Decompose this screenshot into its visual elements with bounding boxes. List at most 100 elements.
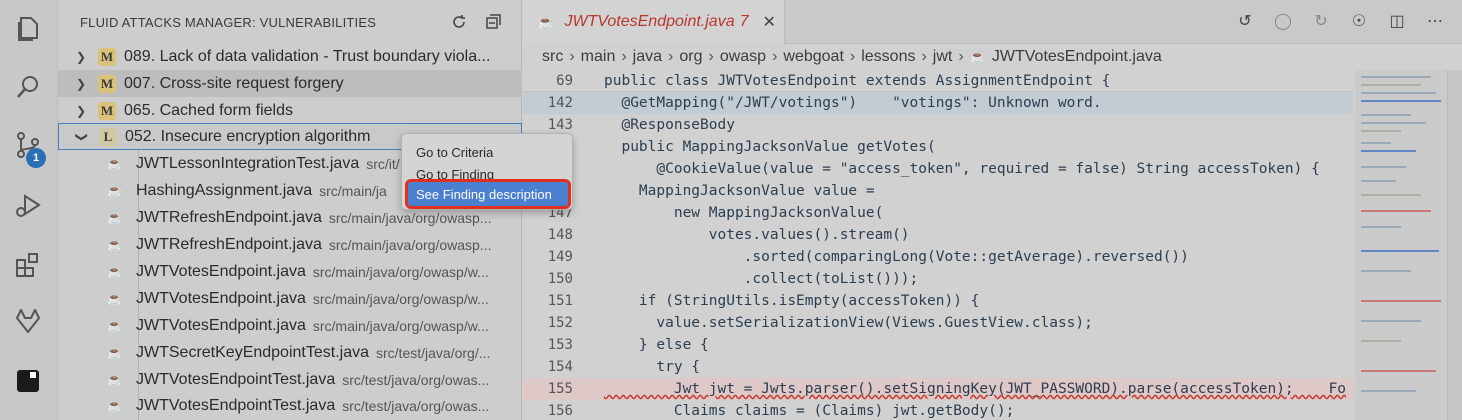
breadcrumb-item[interactable]: owasp: [720, 48, 766, 66]
java-file-icon: ☕: [106, 397, 124, 413]
java-file-icon: ☕: [969, 49, 986, 64]
breadcrumb-item[interactable]: java: [633, 48, 662, 66]
code-line[interactable]: 153 } else {: [523, 334, 1353, 356]
search-icon[interactable]: [11, 70, 45, 104]
line-number: 142: [547, 95, 573, 111]
code-line[interactable]: 156 Claims claims = (Claims) jwt.getBody…: [523, 400, 1353, 420]
chevron-right-icon[interactable]: ❯: [74, 77, 88, 91]
vulnerabilities-panel: FLUID ATTACKS MANAGER: VULNERABILITIES ❯…: [58, 0, 522, 420]
java-file-icon: ☕: [106, 317, 124, 333]
source-control-badge: 1: [26, 148, 46, 168]
breadcrumb-item[interactable]: lessons: [861, 48, 915, 66]
gitlab-icon[interactable]: [11, 304, 45, 338]
file-name: JWTVotesEndpoint.java: [136, 316, 306, 334]
fluid-attacks-icon[interactable]: [11, 364, 45, 398]
go-back-icon[interactable]: ↺: [1234, 10, 1256, 32]
file-row[interactable]: ☕ JWTVotesEndpoint.java src/main/java/or…: [58, 258, 522, 285]
minimap[interactable]: [1355, 70, 1447, 420]
panel-header: FLUID ATTACKS MANAGER: VULNERABILITIES: [58, 0, 521, 44]
code-text: votes.values().stream(): [604, 227, 910, 243]
file-path: src/main/java/org/owasp...: [328, 236, 492, 253]
breadcrumb-item[interactable]: webgoat: [783, 48, 844, 66]
code-text: .collect(toList()));: [604, 271, 919, 287]
code-line[interactable]: 149 .sorted(comparingLong(Vote::getAvera…: [523, 246, 1353, 268]
file-name: JWTVotesEndpointTest.java: [136, 396, 336, 414]
editor-tab[interactable]: ☕ JWTVotesEndpoint.java 7 ✕: [523, 0, 785, 44]
code-text: MappingJacksonValue value =: [604, 183, 875, 199]
java-file-icon: ☕: [106, 155, 124, 171]
breadcrumb-item[interactable]: src: [542, 48, 563, 66]
chevron-right-icon[interactable]: ❯: [74, 104, 88, 118]
breadcrumb-item[interactable]: org: [679, 48, 702, 66]
menu-item-go-to-criteria[interactable]: Go to Criteria: [402, 141, 572, 163]
finding-row[interactable]: ❯ M 089. Lack of data validation - Trust…: [58, 43, 522, 70]
chevron-right-icon: ›: [772, 48, 778, 65]
java-file-icon: ☕: [106, 236, 124, 252]
code-line[interactable]: 145 @CookieValue(value = "access_token",…: [523, 158, 1353, 180]
code-text: @ResponseBody: [604, 117, 735, 133]
extensions-icon[interactable]: [11, 248, 45, 282]
file-path: src/it/: [366, 155, 400, 172]
file-row[interactable]: ☕ JWTSecretKeyEndpointTest.java src/test…: [58, 339, 522, 366]
finding-row[interactable]: ❯ M 065. Cached form fields: [58, 97, 522, 124]
close-icon[interactable]: ✕: [763, 12, 776, 32]
line-number: 150: [547, 271, 573, 287]
context-menu: Go to Criteria Go to Finding See Finding…: [401, 133, 573, 210]
line-number: 156: [547, 403, 573, 419]
breadcrumb-item[interactable]: JWTVotesEndpoint.java: [992, 48, 1162, 66]
chevron-right-icon: ›: [569, 48, 575, 65]
file-path: src/test/java/org/owas...: [342, 371, 490, 388]
code-line[interactable]: 154 try {: [523, 356, 1353, 378]
code-text: try {: [604, 359, 701, 375]
line-number: 153: [547, 337, 573, 353]
collapse-all-icon[interactable]: [483, 12, 503, 32]
explorer-icon[interactable]: [11, 12, 45, 46]
java-file-icon: ☕: [537, 13, 555, 30]
split-editor-icon[interactable]: ◫: [1386, 10, 1408, 32]
run-debug-icon[interactable]: [11, 188, 45, 222]
file-path: src/test/java/org/...: [376, 344, 491, 361]
menu-item-see-finding-description[interactable]: See Finding description: [405, 179, 571, 209]
previous-change-icon[interactable]: ◯: [1272, 10, 1294, 32]
code-line[interactable]: 148 votes.values().stream(): [523, 224, 1353, 246]
code-area[interactable]: 69 public class JWTVotesEndpoint extends …: [523, 70, 1353, 420]
chevron-down-icon[interactable]: ❯: [75, 130, 89, 144]
code-text: .sorted(comparingLong(Vote::getAverage).…: [604, 249, 1189, 265]
file-row[interactable]: ☕ JWTVotesEndpoint.java src/main/java/or…: [58, 312, 522, 339]
code-line-error[interactable]: 155 Jwt jwt = Jwts.parser().setSigningKe…: [523, 378, 1353, 400]
breadcrumb-item[interactable]: jwt: [933, 48, 953, 66]
source-control-graph-icon[interactable]: ☉: [1348, 10, 1370, 32]
code-line[interactable]: 147 new MappingJacksonValue(: [523, 202, 1353, 224]
editor: ☕ JWTVotesEndpoint.java 7 ✕ ↺ ◯ ↻ ☉ ◫ ⋯ …: [523, 0, 1462, 420]
file-name: JWTVotesEndpointTest.java: [136, 370, 336, 388]
line-number: 151: [547, 293, 573, 309]
code-line[interactable]: 144 public MappingJacksonValue getVotes(: [523, 136, 1353, 158]
code-text: @GetMapping("/JWT/votings") "votings": U…: [604, 95, 1102, 111]
line-number: 148: [547, 227, 573, 243]
chevron-right-icon: ›: [958, 48, 964, 65]
more-actions-icon[interactable]: ⋯: [1424, 10, 1446, 32]
file-row[interactable]: ☕ JWTVotesEndpointTest.java src/test/jav…: [58, 392, 522, 419]
next-change-icon[interactable]: ↻: [1310, 10, 1332, 32]
chevron-right-icon: ›: [849, 48, 856, 65]
code-line[interactable]: 152 value.setSerializationView(Views.Gue…: [523, 312, 1353, 334]
sticky-scroll-line[interactable]: 69 public class JWTVotesEndpoint extends …: [523, 70, 1353, 92]
file-row[interactable]: ☕ JWTVotesEndpoint.java src/main/java/or…: [58, 285, 522, 312]
severity-badge: L: [99, 127, 117, 146]
code-line[interactable]: 143 @ResponseBody: [523, 114, 1353, 136]
file-path: src/main/java/org/owasp...: [328, 209, 492, 226]
finding-label: 007. Cross-site request forgery: [124, 74, 344, 92]
chevron-right-icon[interactable]: ❯: [74, 50, 88, 64]
vertical-scrollbar[interactable]: [1447, 70, 1462, 420]
code-line[interactable]: 150 .collect(toList()));: [523, 268, 1353, 290]
refresh-icon[interactable]: [449, 12, 469, 32]
finding-row[interactable]: ❯ M 007. Cross-site request forgery: [58, 70, 522, 97]
file-row[interactable]: ☕ JWTVotesEndpointTest.java src/test/jav…: [58, 366, 522, 393]
code-line[interactable]: 142 @GetMapping("/JWT/votings") "votings…: [523, 92, 1353, 114]
breadcrumb-item[interactable]: main: [581, 48, 616, 66]
file-row[interactable]: ☕ JWTRefreshEndpoint.java src/main/java/…: [58, 231, 522, 258]
code-line[interactable]: 151 if (StringUtils.isEmpty(accessToken)…: [523, 290, 1353, 312]
code-line[interactable]: 146 MappingJacksonValue value =: [523, 180, 1353, 202]
severity-badge: M: [98, 47, 116, 66]
finding-label: 065. Cached form fields: [124, 101, 293, 119]
